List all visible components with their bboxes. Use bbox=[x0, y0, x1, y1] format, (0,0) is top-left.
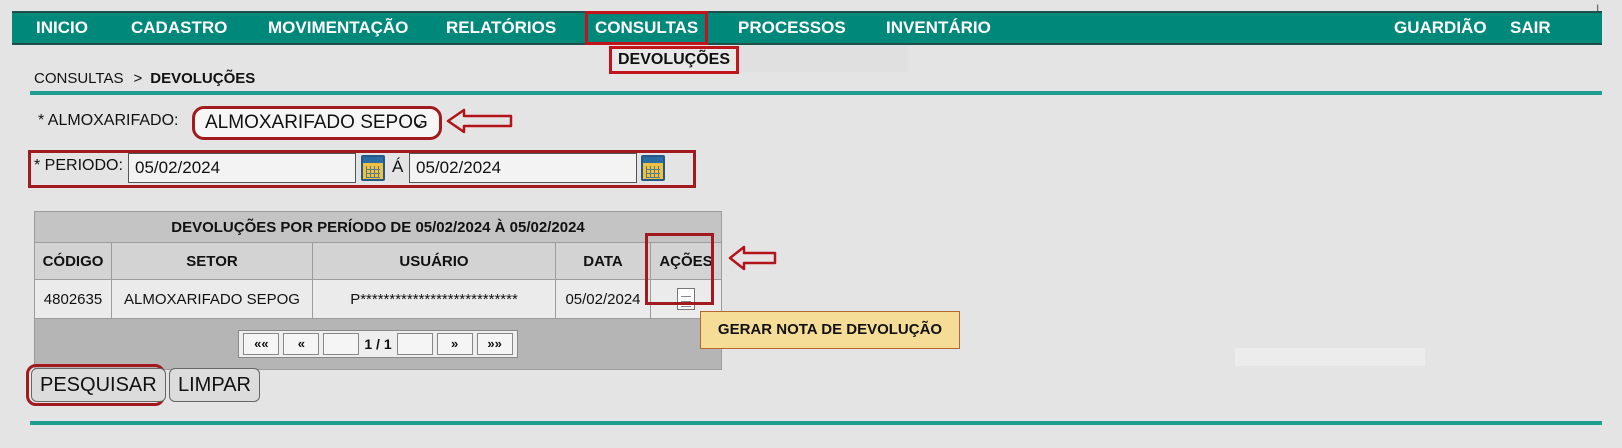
periodo-label: * PERIODO: bbox=[34, 157, 123, 174]
next-page-button[interactable]: » bbox=[436, 333, 473, 355]
almoxarifado-select[interactable]: ALMOXARIFADO SEPOG ⌄ bbox=[192, 106, 442, 140]
annotation-arrow-left-icon bbox=[728, 245, 777, 271]
pagination-spacer bbox=[396, 333, 433, 355]
column-header-data: DATA bbox=[555, 242, 651, 280]
cell-data: 05/02/2024 bbox=[555, 279, 651, 319]
calendar-end-icon[interactable] bbox=[641, 155, 665, 181]
almoxarifado-selected-value: ALMOXARIFADO SEPOG bbox=[205, 112, 428, 133]
pagination-cell: «« « 1 / 1 » »» bbox=[34, 318, 722, 370]
nav-processos[interactable]: PROCESSOS bbox=[738, 13, 846, 43]
submenu-background bbox=[739, 46, 907, 72]
nav-inicio[interactable]: INICIO bbox=[36, 13, 88, 43]
column-header-acoes: AÇÕES bbox=[650, 242, 722, 280]
breadcrumb-parent[interactable]: CONSULTAS bbox=[34, 70, 123, 87]
bottom-divider bbox=[30, 421, 1602, 425]
previous-page-button[interactable]: « bbox=[283, 333, 320, 355]
nav-movimentacao[interactable]: MOVIMENTAÇÃO bbox=[268, 13, 408, 43]
last-page-button[interactable]: »» bbox=[476, 333, 513, 355]
submenu-devolucoes[interactable]: DEVOLUÇÕES bbox=[609, 46, 739, 74]
pesquisar-button[interactable]: PESQUISAR bbox=[31, 368, 166, 402]
breadcrumb-separator: > bbox=[133, 70, 143, 87]
nav-cadastro[interactable]: CADASTRO bbox=[131, 13, 227, 43]
top-divider bbox=[30, 91, 1602, 95]
devolucoes-table: DEVOLUÇÕES POR PERÍODO DE 05/02/2024 À 0… bbox=[34, 211, 722, 370]
cell-setor: ALMOXARIFADO SEPOG bbox=[111, 279, 313, 319]
breadcrumb: CONSULTAS > DEVOLUÇÕES bbox=[34, 70, 255, 87]
main-navigation-bar: INICIO CADASTRO MOVIMENTAÇÃO RELATÓRIOS … bbox=[12, 11, 1602, 45]
nav-relatorios[interactable]: RELATÓRIOS bbox=[446, 13, 556, 43]
date-separator: Á bbox=[392, 157, 404, 176]
chevron-down-icon: ⌄ bbox=[412, 114, 425, 131]
column-header-codigo: CÓDIGO bbox=[34, 242, 112, 280]
nav-sair[interactable]: SAIR bbox=[1510, 13, 1551, 43]
date-start-input[interactable] bbox=[128, 153, 356, 183]
nav-guardiao[interactable]: GUARDIÃO bbox=[1394, 13, 1487, 43]
almoxarifado-label: * ALMOXARIFADO: bbox=[38, 112, 179, 129]
column-header-setor: SETOR bbox=[111, 242, 313, 280]
pagination: «« « 1 / 1 » »» bbox=[238, 330, 518, 358]
pagination-spacer bbox=[323, 333, 360, 355]
background-artifact bbox=[1235, 348, 1425, 366]
first-page-button[interactable]: «« bbox=[243, 333, 280, 355]
table-title: DEVOLUÇÕES POR PERÍODO DE 05/02/2024 À 0… bbox=[34, 211, 722, 243]
cell-codigo: 4802635 bbox=[34, 279, 112, 319]
tooltip-gerar-nota: GERAR NOTA DE DEVOLUÇÃO bbox=[700, 311, 960, 349]
document-icon[interactable] bbox=[677, 288, 695, 310]
cell-usuario: P*************************** bbox=[312, 279, 556, 319]
annotation-arrow-left-icon bbox=[446, 108, 513, 134]
column-header-usuario: USUÁRIO bbox=[312, 242, 556, 280]
nav-consultas[interactable]: CONSULTAS bbox=[584, 11, 709, 45]
date-end-input[interactable] bbox=[409, 153, 637, 183]
limpar-button[interactable]: LIMPAR bbox=[169, 368, 260, 402]
nav-inventario[interactable]: INVENTÁRIO bbox=[886, 13, 991, 43]
calendar-start-icon[interactable] bbox=[361, 155, 385, 181]
table-row: 4802635 ALMOXARIFADO SEPOG P************… bbox=[34, 279, 722, 319]
page-info: 1 / 1 bbox=[364, 336, 392, 352]
breadcrumb-current: DEVOLUÇÕES bbox=[150, 70, 256, 87]
